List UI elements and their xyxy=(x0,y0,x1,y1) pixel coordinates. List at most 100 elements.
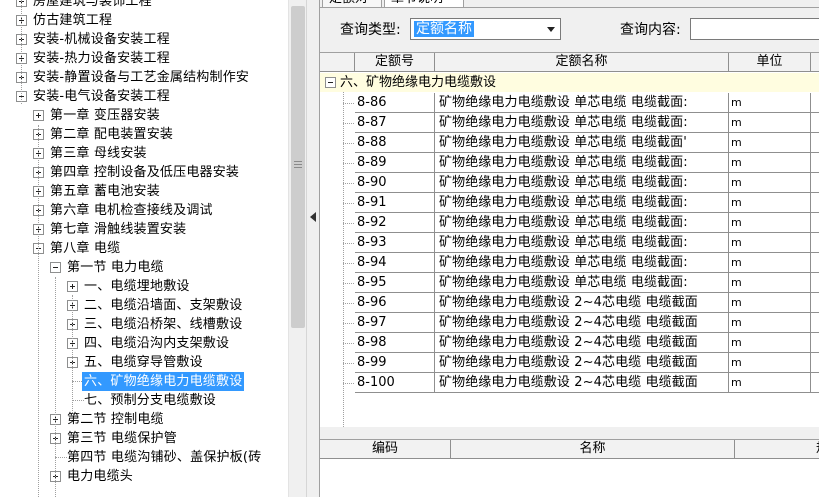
tree-node[interactable]: 第三节 电缆保护管 xyxy=(0,429,288,448)
tree-scrollbar[interactable] xyxy=(288,0,306,497)
table-row[interactable]: 8-95 矿物绝缘电力电缆敷设 单芯电缆 电缆截面: m xyxy=(320,273,819,293)
quota-code-cell[interactable]: 8-98 xyxy=(355,333,435,353)
quota-name-cell[interactable]: 矿物绝缘电力电缆敷设 单芯电缆 电缆截面: xyxy=(435,233,729,253)
table-row[interactable]: 8-97 矿物绝缘电力电缆敷设 2~4芯电缆 电缆截面 m xyxy=(320,313,819,333)
table-row[interactable]: 8-92 矿物绝缘电力电缆敷设 单芯电缆 电缆截面: m xyxy=(320,213,819,233)
quota-unit-cell[interactable]: m xyxy=(729,273,811,293)
header-name[interactable]: 定额名称 xyxy=(435,53,729,72)
tree-node[interactable]: 第一节 电力电缆 xyxy=(0,258,288,277)
tree-node[interactable]: 三、电缆沿桥架、线槽敷设 xyxy=(0,315,288,334)
quota-name-cell[interactable]: 矿物绝缘电力电缆敷设 单芯电缆 电缆截面' xyxy=(435,133,729,153)
tree-node-label[interactable]: 第三节 电缆保护管 xyxy=(65,429,179,448)
tab-quota-compare[interactable]: 定额对照 xyxy=(322,0,382,8)
collapse-toggle-icon[interactable] xyxy=(50,262,61,273)
tree-node-label[interactable]: 第五章 蓄电池安装 xyxy=(48,182,162,201)
tree-node-label[interactable]: 第二节 控制电缆 xyxy=(65,410,166,429)
quota-name-cell[interactable]: 矿物绝缘电力电缆敷设 2~4芯电缆 电缆截面 xyxy=(435,353,729,373)
quota-name-cell[interactable]: 矿物绝缘电力电缆敷设 2~4芯电缆 电缆截面 xyxy=(435,373,729,393)
quota-code-cell[interactable]: 8-94 xyxy=(355,253,435,273)
tree-node-label[interactable]: 第二章 配电装置安装 xyxy=(48,125,175,144)
header-detail-name[interactable]: 名称 xyxy=(451,440,735,459)
quota-name-cell[interactable]: 矿物绝缘电力电缆敷设 2~4芯电缆 电缆截面 xyxy=(435,313,729,333)
quota-name-cell[interactable]: 矿物绝缘电力电缆敷设 单芯电缆 电缆截面: xyxy=(435,93,729,113)
header-code[interactable]: 定额号 xyxy=(355,53,435,72)
tree-node[interactable]: 安装-机械设备安装工程 xyxy=(0,30,288,49)
quota-unit-cell[interactable]: m xyxy=(729,293,811,313)
quota-code-cell[interactable]: 8-88 xyxy=(355,133,435,153)
quota-code-cell[interactable]: 8-89 xyxy=(355,153,435,173)
table-row[interactable]: 8-91 矿物绝缘电力电缆敷设 单芯电缆 电缆截面: m xyxy=(320,193,819,213)
quota-unit-cell[interactable]: m xyxy=(729,353,811,373)
quota-code-cell[interactable]: 8-86 xyxy=(355,93,435,113)
quota-code-cell[interactable]: 8-93 xyxy=(355,233,435,253)
quota-code-cell[interactable]: 8-87 xyxy=(355,113,435,133)
quota-name-cell[interactable]: 矿物绝缘电力电缆敷设 单芯电缆 电缆截面: xyxy=(435,213,729,233)
quota-code-cell[interactable]: 8-100 xyxy=(355,373,435,393)
tree-node-label[interactable]: 仿古建筑工程 xyxy=(31,11,114,30)
tree-node-label[interactable]: 第一章 变压器安装 xyxy=(48,106,162,125)
tree-node-label[interactable]: 第六章 电机检查接线及调试 xyxy=(48,201,215,220)
tree-node[interactable]: 第二章 配电装置安装 xyxy=(0,125,288,144)
tree-node-label[interactable]: 安装-静置设备与工艺金属结构制作安 xyxy=(31,68,251,87)
tree-node[interactable]: 安装-电气设备安装工程 xyxy=(0,87,288,106)
table-row[interactable]: 8-89 矿物绝缘电力电缆敷设 单芯电缆 电缆截面: m xyxy=(320,153,819,173)
quota-name-cell[interactable]: 矿物绝缘电力电缆敷设 2~4芯电缆 电缆截面 xyxy=(435,293,729,313)
quota-name-cell[interactable]: 矿物绝缘电力电缆敷设 单芯电缆 电缆截面: xyxy=(435,273,729,293)
tree-node-label[interactable]: 七、预制分支电缆敷设 xyxy=(82,391,218,410)
tree-node[interactable]: 第一章 变压器安装 xyxy=(0,106,288,125)
quota-code-cell[interactable]: 8-99 xyxy=(355,353,435,373)
collapse-toggle-icon[interactable] xyxy=(325,77,336,88)
dropdown-arrow-icon[interactable] xyxy=(543,19,560,39)
query-type-select[interactable]: 定额名称 xyxy=(410,18,561,40)
tree-node-label[interactable]: 第四章 控制设备及低压电器安装 xyxy=(48,163,241,182)
expand-toggle-icon[interactable] xyxy=(33,110,44,121)
tree-node-label[interactable]: 安装-电气设备安装工程 xyxy=(31,87,172,106)
table-row[interactable]: 8-93 矿物绝缘电力电缆敷设 单芯电缆 电缆截面: m xyxy=(320,233,819,253)
tree-node-label[interactable]: 第一节 电力电缆 xyxy=(65,258,166,277)
tree-node[interactable]: 七、预制分支电缆敷设 xyxy=(0,391,288,410)
tree-node[interactable]: 第四章 控制设备及低压电器安装 xyxy=(0,163,288,182)
table-row[interactable]: 8-99 矿物绝缘电力电缆敷设 2~4芯电缆 电缆截面 m xyxy=(320,353,819,373)
quota-name-cell[interactable]: 矿物绝缘电力电缆敷设 单芯电缆 电缆截面: xyxy=(435,253,729,273)
quota-unit-cell[interactable]: m xyxy=(729,133,811,153)
quota-unit-cell[interactable]: m xyxy=(729,213,811,233)
header-unit[interactable]: 单位 xyxy=(729,53,811,72)
tree-node-label[interactable]: 六、矿物绝缘电力电缆敷设 xyxy=(82,372,245,391)
table-row[interactable]: 8-100 矿物绝缘电力电缆敷设 2~4芯电缆 电缆截面 m xyxy=(320,373,819,393)
quota-code-cell[interactable]: 8-90 xyxy=(355,173,435,193)
table-row[interactable]: 8-90 矿物绝缘电力电缆敷设 单芯电缆 电缆截面: m xyxy=(320,173,819,193)
quota-unit-cell[interactable]: m xyxy=(729,193,811,213)
header-detail-code[interactable]: 编码 xyxy=(320,440,451,459)
quota-unit-cell[interactable]: m xyxy=(729,113,811,133)
quota-code-cell[interactable]: 8-91 xyxy=(355,193,435,213)
tree-node[interactable]: 安装-静置设备与工艺金属结构制作安 xyxy=(0,68,288,87)
tree-node[interactable]: 第五章 蓄电池安装 xyxy=(0,182,288,201)
quota-code-cell[interactable]: 8-96 xyxy=(355,293,435,313)
table-row[interactable]: 8-96 矿物绝缘电力电缆敷设 2~4芯电缆 电缆截面 m xyxy=(320,293,819,313)
tree-node[interactable]: 六、矿物绝缘电力电缆敷设 xyxy=(0,372,288,391)
quota-unit-cell[interactable]: m xyxy=(729,93,811,113)
panel-splitter[interactable] xyxy=(306,0,320,497)
quota-name-cell[interactable]: 矿物绝缘电力电缆敷设 单芯电缆 电缆截面: xyxy=(435,193,729,213)
tree-node-label[interactable]: 电力电缆头 xyxy=(65,467,135,486)
tree-node[interactable]: 一、电缆埋地敷设 xyxy=(0,277,288,296)
header-detail-spec[interactable]: 规 xyxy=(735,440,819,459)
tree-node-label[interactable]: 第三章 母线安装 xyxy=(48,144,149,163)
table-row[interactable]: 8-88 矿物绝缘电力电缆敷设 单芯电缆 电缆截面' m xyxy=(320,133,819,153)
quota-unit-cell[interactable]: m xyxy=(729,333,811,353)
quota-code-cell[interactable]: 8-97 xyxy=(355,313,435,333)
group-row[interactable]: 六、矿物绝缘电力电缆敷设 xyxy=(320,73,819,92)
quota-name-cell[interactable]: 矿物绝缘电力电缆敷设 单芯电缆 电缆截面: xyxy=(435,153,729,173)
tree-node[interactable]: 仿古建筑工程 xyxy=(0,11,288,30)
tree-node[interactable]: 第三章 母线安装 xyxy=(0,144,288,163)
tree-scroll-thumb[interactable] xyxy=(291,6,305,328)
tree-node-label[interactable]: 一、电缆埋地敷设 xyxy=(82,277,192,296)
quota-name-cell[interactable]: 矿物绝缘电力电缆敷设 单芯电缆 电缆截面: xyxy=(435,113,729,133)
tab-chapter-notes[interactable]: 章节说明 xyxy=(384,0,464,8)
tree-node[interactable]: 安装-热力设备安装工程 xyxy=(0,49,288,68)
quota-code-cell[interactable]: 8-92 xyxy=(355,213,435,233)
quota-unit-cell[interactable]: m xyxy=(729,233,811,253)
tree-node[interactable]: 第二节 控制电缆 xyxy=(0,410,288,429)
expand-toggle-icon[interactable] xyxy=(67,281,78,292)
tree-node-label[interactable]: 三、电缆沿桥架、线槽敷设 xyxy=(82,315,244,334)
